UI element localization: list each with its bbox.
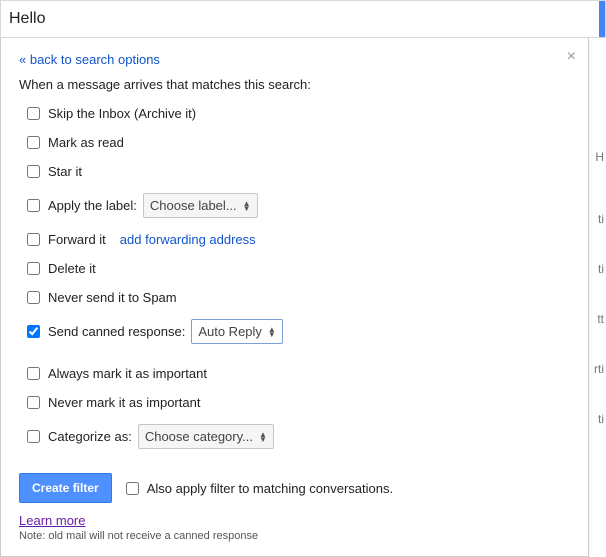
checkbox-mark-read[interactable] <box>27 136 40 149</box>
label-mark-read: Mark as read <box>48 135 124 150</box>
label-canned-response: Send canned response: <box>48 324 185 339</box>
bg-frag: tt <box>594 312 606 326</box>
checkbox-apply-label[interactable] <box>27 199 40 212</box>
label-never-spam: Never send it to Spam <box>48 290 177 305</box>
checkbox-skip-inbox[interactable] <box>27 107 40 120</box>
option-delete: Delete it <box>19 261 570 276</box>
bg-frag: ti <box>594 412 606 426</box>
option-never-spam: Never send it to Spam <box>19 290 570 305</box>
dropdown-canned-response[interactable]: Auto Reply ▲▼ <box>191 319 283 344</box>
dropdown-categorize[interactable]: Choose category... ▲▼ <box>138 424 274 449</box>
bg-frag: rti <box>594 362 606 376</box>
option-categorize: Categorize as: Choose category... ▲▼ <box>19 424 570 449</box>
dropdown-arrows-icon: ▲▼ <box>268 327 276 337</box>
bg-frag: ti <box>594 212 606 226</box>
back-to-search-link[interactable]: « back to search options <box>19 52 160 67</box>
checkbox-canned-response[interactable] <box>27 325 40 338</box>
option-star: Star it <box>19 164 570 179</box>
label-never-important: Never mark it as important <box>48 395 200 410</box>
dropdown-arrows-icon: ▲▼ <box>243 201 251 211</box>
label-star: Star it <box>48 164 82 179</box>
search-bar <box>0 0 606 38</box>
label-also-apply: Also apply filter to matching conversati… <box>147 481 393 496</box>
bg-frag: H <box>594 150 606 164</box>
filter-panel: × « back to search options When a messag… <box>0 38 589 557</box>
label-skip-inbox: Skip the Inbox (Archive it) <box>48 106 196 121</box>
option-skip-inbox: Skip the Inbox (Archive it) <box>19 106 570 121</box>
option-canned-response: Send canned response: Auto Reply ▲▼ <box>19 319 570 344</box>
close-icon[interactable]: × <box>567 48 576 66</box>
background-fragments: H ti ti tt rti ti <box>594 150 606 462</box>
option-apply-label: Apply the label: Choose label... ▲▼ <box>19 193 570 218</box>
option-also-apply: Also apply filter to matching conversati… <box>126 481 393 496</box>
label-apply-label: Apply the label: <box>48 198 137 213</box>
checkbox-always-important[interactable] <box>27 367 40 380</box>
option-always-important: Always mark it as important <box>19 366 570 381</box>
bg-frag: ti <box>594 262 606 276</box>
footer-row: Create filter Also apply filter to match… <box>19 473 570 503</box>
checkbox-never-important[interactable] <box>27 396 40 409</box>
label-delete: Delete it <box>48 261 96 276</box>
option-forward: Forward it add forwarding address <box>19 232 570 247</box>
option-never-important: Never mark it as important <box>19 395 570 410</box>
option-mark-read: Mark as read <box>19 135 570 150</box>
learn-more-link[interactable]: Learn more <box>19 513 85 528</box>
label-always-important: Always mark it as important <box>48 366 207 381</box>
create-filter-button[interactable]: Create filter <box>19 473 112 503</box>
dropdown-text: Choose label... <box>150 198 237 213</box>
checkbox-delete[interactable] <box>27 262 40 275</box>
dropdown-arrows-icon: ▲▼ <box>259 432 267 442</box>
checkbox-forward[interactable] <box>27 233 40 246</box>
intro-text: When a message arrives that matches this… <box>19 77 570 92</box>
dropdown-text: Choose category... <box>145 429 253 444</box>
checkbox-also-apply[interactable] <box>126 482 139 495</box>
dropdown-choose-label[interactable]: Choose label... ▲▼ <box>143 193 258 218</box>
checkbox-never-spam[interactable] <box>27 291 40 304</box>
dropdown-text: Auto Reply <box>198 324 262 339</box>
add-forwarding-link[interactable]: add forwarding address <box>120 232 256 247</box>
label-forward: Forward it <box>48 232 106 247</box>
search-input[interactable] <box>9 10 597 28</box>
checkbox-categorize[interactable] <box>27 430 40 443</box>
search-button[interactable] <box>599 1 605 37</box>
note-text: Note: old mail will not receive a canned… <box>19 530 570 542</box>
checkbox-star[interactable] <box>27 165 40 178</box>
label-categorize: Categorize as: <box>48 429 132 444</box>
